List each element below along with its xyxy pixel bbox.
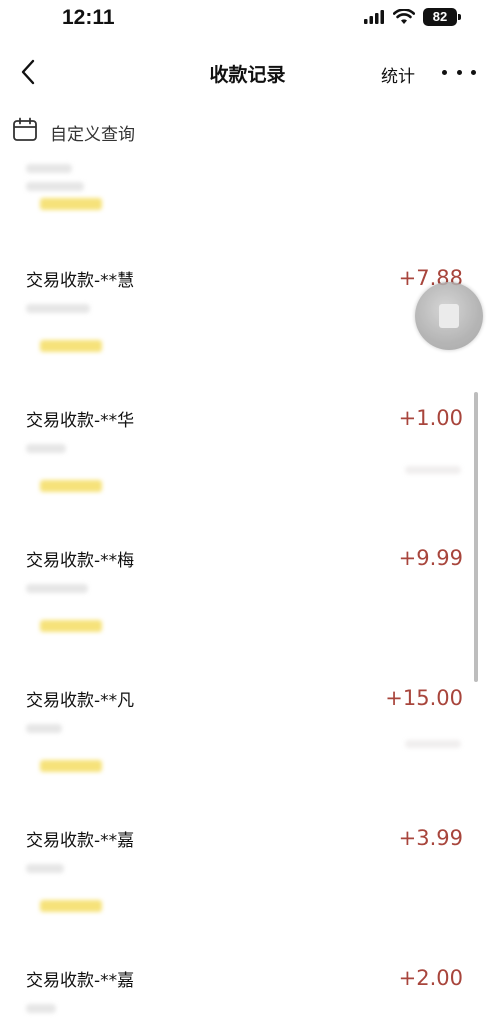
list-item[interactable]: 交易收款-**嘉 +3.99 <box>0 826 495 966</box>
list-item[interactable] <box>0 150 495 220</box>
list-item[interactable]: 交易收款-**凡 +15.00 <box>0 686 495 826</box>
list-item[interactable]: 交易收款-**嘉 +2.00 <box>0 966 495 1019</box>
record-title: 交易收款-**慧 <box>26 271 135 291</box>
payment-records-screen: 12:11 82 收款记录 统计 自定义查询 交易收款-**慧 +7.88 交易… <box>0 0 495 1019</box>
blurred-tag <box>40 198 102 210</box>
record-amount: +3.99 <box>398 826 463 850</box>
list-item[interactable]: 交易收款-**华 +1.00 <box>0 406 495 546</box>
record-amount: +2.00 <box>398 966 463 990</box>
more-dot <box>471 69 476 75</box>
custom-query-label: 自定义查询 <box>50 124 135 145</box>
blurred-detail <box>26 164 72 173</box>
record-title: 交易收款-**华 <box>26 411 135 431</box>
record-title: 交易收款-**梅 <box>26 551 135 571</box>
blurred-detail <box>405 740 461 748</box>
record-title: 交易收款-**嘉 <box>26 831 135 851</box>
more-dot <box>456 69 462 75</box>
blurred-tag <box>40 620 102 632</box>
scrollbar[interactable] <box>474 392 478 682</box>
floating-assistant-bubble[interactable] <box>415 282 483 350</box>
list-item[interactable]: 交易收款-**梅 +9.99 <box>0 546 495 686</box>
record-title: 交易收款-**凡 <box>26 691 135 711</box>
statistics-button[interactable]: 统计 <box>381 62 415 87</box>
blurred-tag <box>40 480 102 492</box>
record-amount: +9.99 <box>398 546 463 570</box>
navigation-bar: 收款记录 统计 <box>0 48 495 98</box>
record-amount: +1.00 <box>398 406 463 430</box>
blurred-detail <box>26 182 84 191</box>
custom-query-filter[interactable]: 自定义查询 <box>12 117 135 147</box>
page-title: 收款记录 <box>209 64 286 86</box>
record-amount: +15.00 <box>385 686 463 710</box>
more-icon[interactable] <box>442 62 476 82</box>
battery-icon: 82 <box>423 8 461 26</box>
status-bar: 12:11 82 <box>0 0 495 38</box>
wifi-icon <box>393 9 415 25</box>
blurred-detail <box>405 466 461 474</box>
blurred-detail <box>26 304 90 313</box>
blurred-tag <box>40 760 102 772</box>
calendar-icon <box>12 117 38 147</box>
status-time: 12:11 <box>62 6 115 29</box>
signal-icon <box>363 9 385 25</box>
blurred-tag <box>40 340 102 352</box>
status-icons: 82 <box>363 8 461 26</box>
record-title: 交易收款-**嘉 <box>26 971 135 991</box>
blurred-detail <box>26 864 64 873</box>
blurred-detail <box>26 1004 56 1013</box>
more-dot <box>442 69 447 75</box>
blurred-detail <box>26 584 88 593</box>
blurred-detail <box>26 724 62 733</box>
blurred-tag <box>40 900 102 912</box>
blurred-detail <box>26 444 66 453</box>
